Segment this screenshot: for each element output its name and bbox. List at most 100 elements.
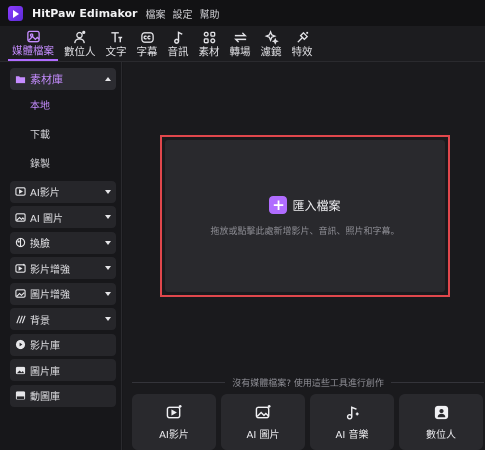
ai-image-button[interactable]: AI 圖片 [221,394,305,450]
tab-assets-label: 素材 [198,45,220,58]
sidebar-item-image-library[interactable]: 圖片庫 [10,359,116,381]
drop-hint: 拖放或點擊此處新增影片、音訊、照片和字幕。 [210,227,400,237]
media-icon [26,30,40,42]
chevron-down-icon [105,266,111,270]
sidebar-item-local[interactable]: 本地 [10,90,116,119]
sidebar-item-ai-image[interactable]: AI 圖片 [10,206,116,228]
divider-line [132,381,226,383]
tab-media[interactable]: 媒體檔案 [8,26,58,61]
sidebar-item-label: 背景 [30,315,50,327]
media-panel: + 匯入檔案 拖放或點擊此處新增影片、音訊、照片和字幕。 沒有媒體檔案? 使用這… [123,62,485,450]
background-icon [16,315,26,323]
app-name: HitPaw Edimakor [32,6,138,20]
tab-audio[interactable]: 音訊 [164,26,193,61]
video-enhance-icon [15,263,26,273]
tab-digital-human-label: 數位人 [64,45,96,58]
ai-video-label: AI影片 [159,429,189,441]
sidebar-item-label: AI影片 [30,188,60,199]
chevron-down-icon [105,215,111,219]
gif-icon [15,391,26,400]
tab-transition[interactable]: 轉場 [226,26,255,61]
import-files-label: 匯入檔案 [292,198,341,213]
sidebar-item-video-enhance[interactable]: 影片增強 [10,257,116,279]
tab-subtitle[interactable]: 字幕 [133,26,162,61]
ai-music-label: AI 音樂 [335,429,369,441]
sidebar-item-label: 圖片庫 [30,366,60,378]
sidebar-item-video-library[interactable]: 影片庫 [10,333,116,356]
sidebar-item-label: 圖片增強 [30,290,70,301]
tab-transition-label: 轉場 [229,45,251,58]
sidebar-item-record[interactable]: 錄製 [10,148,116,177]
ai-video-icon [15,187,26,196]
sidebar-item-label: 影片庫 [30,341,60,352]
tab-filter[interactable]: 濾鏡 [257,26,286,61]
tab-digital-human[interactable]: 數位人 [60,26,100,61]
top-toolbar: 媒體檔案 數位人 文字 字幕 音訊 素材 轉場 濾鏡 特效 [0,26,485,62]
tab-assets[interactable]: 素材 [195,26,224,61]
sidebar-item-label: AI 圖片 [30,213,63,225]
ai-image-icon [15,212,26,222]
suggest-text: 沒有媒體檔案? 使用這些工具進行創作 [232,378,384,389]
sidebar-item-download[interactable]: 下載 [10,119,116,148]
tab-audio-label: 音訊 [167,45,189,58]
transition-icon [233,31,247,43]
divider-line [390,381,485,383]
tab-effects[interactable]: 特效 [288,26,317,61]
menu-help[interactable]: 幫助 [199,6,219,21]
digital-human-button[interactable]: 數位人 [399,394,483,450]
text-icon [110,31,122,42]
tab-effects-label: 特效 [291,45,313,58]
ai-video-icon [166,404,182,418]
sidebar: 素材庫 本地 下載 錄製 AI影片 AI 圖片 換臉 影片增強 圖片增強 背景 … [0,62,122,450]
tab-text[interactable]: 文字 [102,26,131,61]
filter-icon [264,29,279,45]
import-drop-zone[interactable]: + 匯入檔案 拖放或點擊此處新增影片、音訊、照片和字幕。 [165,140,445,292]
suggest-tools: AI影片 AI 圖片 AI 音樂 數位人 [132,394,485,450]
digital-human-icon [434,405,448,419]
sidebar-library-header[interactable]: 素材庫 [10,68,116,90]
app-logo-icon [8,5,23,21]
import-files-button[interactable]: + 匯入檔案 [165,196,445,214]
face-swap-icon [15,237,26,248]
assets-icon [203,31,215,43]
tab-media-label: 媒體檔案 [12,44,54,57]
sidebar-item-label: 換臉 [30,239,50,250]
audio-icon [173,30,183,44]
folder-icon [15,75,26,83]
digital-human-icon [74,30,86,43]
sidebar-library-label: 素材庫 [30,73,63,86]
chevron-down-icon [105,189,111,194]
sidebar-item-label: 下載 [30,130,50,141]
image-enhance-icon [15,289,26,298]
chevron-up-icon [105,77,111,81]
sidebar-item-ai-video[interactable]: AI影片 [10,180,116,203]
menu-file[interactable]: 檔案 [145,6,165,21]
suggest-divider: 沒有媒體檔案? 使用這些工具進行創作 [132,376,485,389]
tab-text-label: 文字 [105,45,127,58]
video-library-icon [15,339,26,350]
subtitle-icon [140,31,154,43]
ai-music-button[interactable]: AI 音樂 [310,394,394,450]
digital-human-label: 數位人 [426,429,456,441]
tab-subtitle-label: 字幕 [136,45,158,58]
chevron-down-icon [105,291,111,296]
ai-image-label: AI 圖片 [246,429,280,441]
sidebar-item-gif-library[interactable]: 動圖庫 [10,384,116,407]
chevron-down-icon [105,317,111,321]
sidebar-item-face-swap[interactable]: 換臉 [10,231,116,254]
ai-image-icon [255,404,271,418]
sidebar-item-background[interactable]: 背景 [10,308,116,330]
ai-music-icon [346,405,359,420]
effects-icon [296,31,308,43]
chevron-down-icon [105,240,111,245]
plus-icon: + [269,196,288,214]
sidebar-item-label: 動圖庫 [30,392,60,403]
sidebar-item-label: 本地 [30,101,50,112]
image-library-icon [15,366,26,374]
ai-video-button[interactable]: AI影片 [132,394,216,450]
sidebar-item-label: 錄製 [30,159,50,170]
title-bar: HitPaw Edimakor 檔案 設定 幫助 [0,0,485,26]
menu-settings[interactable]: 設定 [172,6,192,21]
sidebar-item-image-enhance[interactable]: 圖片增強 [10,282,116,305]
tab-filter-label: 濾鏡 [260,45,282,58]
